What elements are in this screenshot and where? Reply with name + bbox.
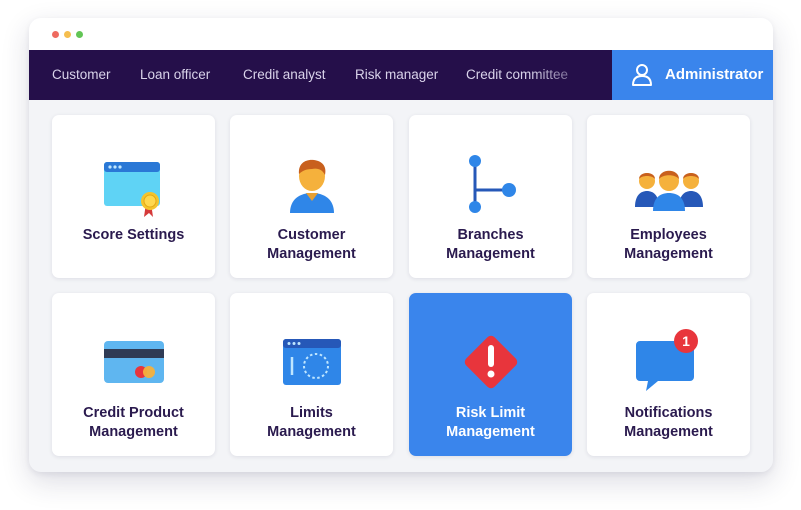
notification-badge-count: 1 xyxy=(682,333,690,349)
card-title-line2: Management xyxy=(446,424,535,440)
nav-item-customer[interactable]: Customer xyxy=(52,50,111,100)
nav-item-risk-manager[interactable]: Risk manager xyxy=(355,50,438,100)
branches-icon xyxy=(468,155,516,213)
card-title-line1: Limits xyxy=(290,405,333,421)
limits-icon xyxy=(282,339,341,385)
card-title: Notifications Management xyxy=(587,404,750,442)
card-credit-product-management[interactable]: Credit Product Management xyxy=(52,293,215,456)
card-limits-management[interactable]: Limits Management xyxy=(230,293,393,456)
notification-icon: 1 xyxy=(635,329,698,391)
card-title: Credit Product Management xyxy=(52,404,215,442)
card-title-line2: Management xyxy=(89,424,178,440)
card-title-line1: Risk Limit xyxy=(455,405,526,421)
admin-label: Administrator xyxy=(665,66,764,83)
minimize-window-button[interactable] xyxy=(64,31,71,38)
credit-card-icon xyxy=(103,341,164,383)
settings-certificate-icon xyxy=(103,162,160,217)
user-icon xyxy=(632,64,652,86)
customer-icon xyxy=(289,159,334,213)
card-customer-management[interactable]: Customer Management xyxy=(230,115,393,278)
card-title: Employees Management xyxy=(587,226,750,264)
admin-role-button[interactable]: Administrator xyxy=(612,50,773,100)
app-window: Customer Loan officer Credit analyst Ris… xyxy=(29,18,773,472)
card-title-line1: Customer xyxy=(277,227,346,243)
nav-item-credit-analyst[interactable]: Credit analyst xyxy=(243,50,326,100)
nav-item-credit-committee[interactable]: Credit committee xyxy=(466,50,568,100)
warning-icon xyxy=(464,335,517,389)
card-title: Branches Management xyxy=(409,226,572,264)
card-title-line1: Notifications xyxy=(624,405,713,421)
card-title-line2: Management xyxy=(624,424,713,440)
card-title-line1: Branches xyxy=(457,227,524,243)
card-title: Score Settings xyxy=(52,226,215,245)
title-bar xyxy=(29,18,773,50)
card-notifications-management[interactable]: 1 Notifications Management xyxy=(587,293,750,456)
card-title-line1: Score Settings xyxy=(82,227,185,243)
card-branches-management[interactable]: Branches Management xyxy=(409,115,572,278)
card-title: Risk Limit Management xyxy=(409,404,572,442)
nav-item-loan-officer[interactable]: Loan officer xyxy=(140,50,210,100)
card-title-line2: Management xyxy=(267,424,356,440)
close-window-button[interactable] xyxy=(52,31,59,38)
maximize-window-button[interactable] xyxy=(76,31,83,38)
card-employees-management[interactable]: Employees Management xyxy=(587,115,750,278)
employees-icon xyxy=(634,170,703,211)
card-title-line1: Credit Product xyxy=(83,405,184,421)
card-risk-limit-management[interactable]: Risk Limit Management xyxy=(409,293,572,456)
card-score-settings[interactable]: Score Settings xyxy=(52,115,215,278)
card-title-line2: Management xyxy=(446,246,535,262)
card-title-line2: Management xyxy=(624,246,713,262)
card-title-line1: Employees xyxy=(630,227,707,243)
card-title: Customer Management xyxy=(230,226,393,264)
card-title-line2: Management xyxy=(267,246,356,262)
card-title: Limits Management xyxy=(230,404,393,442)
